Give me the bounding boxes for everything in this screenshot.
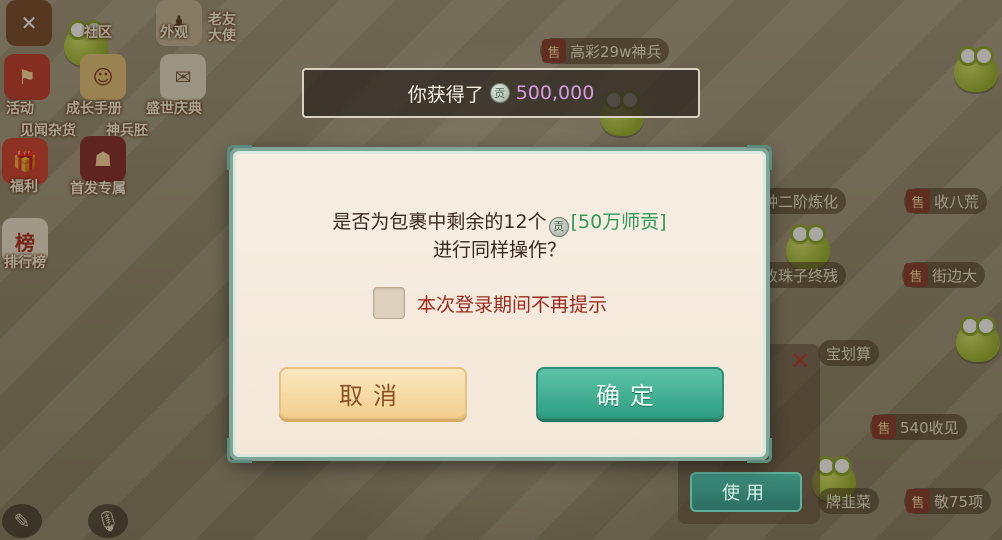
dialog-message-line2: 进行同样操作？ — [432, 239, 566, 261]
dont-remind-checkbox[interactable] — [373, 287, 405, 319]
corner-ornament — [747, 438, 772, 463]
reward-toast: 你获得了 贡 500,000 — [302, 68, 700, 118]
toast-amount: 500,000 — [515, 82, 595, 104]
mentor-coin-icon: 贡 — [548, 217, 569, 237]
toast-text: 你获得了 — [407, 83, 484, 106]
corner-ornament — [227, 438, 252, 463]
item-name: [50万师贡] — [570, 211, 667, 233]
confirm-button[interactable]: 确定 — [536, 367, 724, 419]
corner-ornament — [227, 145, 252, 170]
message-prefix: 是否为包裹中剩余的12个 — [332, 211, 547, 233]
dialog-message-line1: 是否为包裹中剩余的12个贡 [50万师贡] — [233, 209, 766, 237]
mentor-coin-icon: 贡 — [489, 83, 510, 103]
close-icon[interactable]: ✕ — [790, 347, 810, 375]
dont-remind-label[interactable]: 本次登录期间不再提示 — [417, 290, 607, 317]
cancel-button[interactable]: 取消 — [279, 367, 467, 419]
dialog-message: 是否为包裹中剩余的12个贡 [50万师贡] 进行同样操作？ — [233, 209, 766, 263]
use-button[interactable]: 使用 — [690, 472, 802, 512]
corner-ornament — [747, 145, 772, 170]
dont-remind-row[interactable]: 本次登录期间不再提示 — [373, 287, 607, 319]
batch-use-confirm-dialog: 是否为包裹中剩余的12个贡 [50万师贡] 进行同样操作？ 本次登录期间不再提示 … — [227, 145, 772, 463]
